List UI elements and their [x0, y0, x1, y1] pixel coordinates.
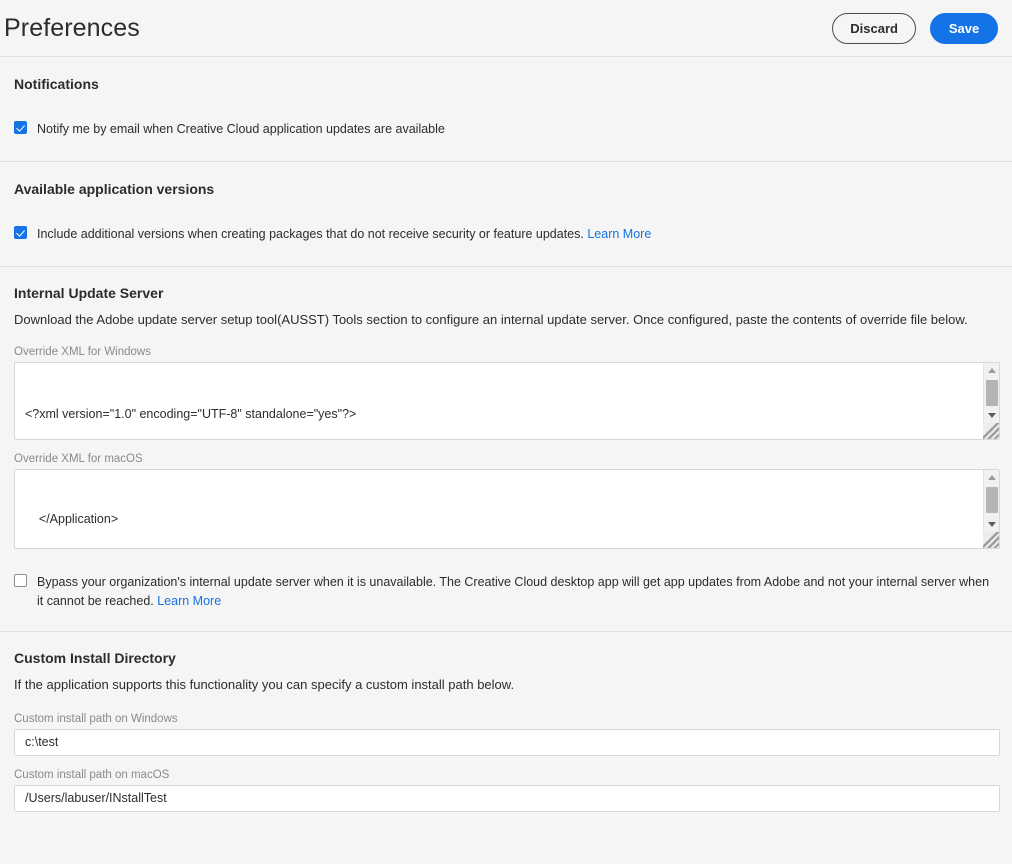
available-versions-learn-more-link[interactable]: Learn More [587, 227, 651, 241]
custom-install-directory-title: Custom Install Directory [14, 649, 176, 666]
custom-install-macos-input[interactable] [14, 784, 1000, 812]
save-button[interactable]: Save [930, 12, 998, 44]
override-xml-windows-group: Override XML for Windows <?xml version="… [14, 346, 1000, 441]
notifications-title: Notifications [14, 76, 99, 92]
scroll-down-arrow-icon[interactable] [984, 517, 1000, 532]
custom-install-directory-section: Custom Install Directory If the applicat… [0, 632, 1012, 812]
internal-update-server-section: Internal Update Server Download the Adob… [0, 267, 1012, 631]
override-xml-windows-label: Override XML for Windows [14, 346, 151, 359]
available-versions-title: Available application versions [14, 180, 215, 197]
include-additional-versions-label: Include additional versions when creatin… [37, 225, 651, 244]
scroll-up-arrow-icon[interactable] [984, 363, 1000, 378]
custom-install-windows-group: Custom install path on Windows [14, 712, 1000, 756]
include-additional-versions-checkbox[interactable] [14, 225, 27, 239]
macos-xml-line-1: </Application> [25, 512, 119, 527]
custom-install-macos-label: Custom install path on macOS [14, 768, 170, 781]
macos-xml-resize-grip[interactable] [983, 532, 999, 549]
include-additional-versions-text: Include additional versions when creatin… [37, 226, 584, 241]
macos-xml-scroll-thumb[interactable] [985, 487, 998, 514]
override-xml-macos-textarea[interactable]: </Application> <Application appID="FFCPr… [14, 469, 1000, 550]
custom-install-directory-description: If the application supports this functio… [14, 676, 515, 692]
bypass-update-server-row[interactable]: Bypass your organization's internal upda… [14, 573, 998, 611]
notify-email-checkbox[interactable] [14, 121, 27, 134]
header-actions: Discard Save [832, 12, 998, 44]
custom-install-windows-label: Custom install path on Windows [14, 712, 178, 725]
override-xml-macos-group: Override XML for macOS </Application> <A… [14, 453, 1000, 550]
windows-xml-scroll-track[interactable] [984, 378, 1000, 408]
internal-update-server-description: Download the Adobe update server setup t… [14, 311, 968, 327]
macos-xml-scroll-track[interactable] [984, 485, 1000, 517]
available-versions-section: Available application versions Include a… [0, 162, 1012, 266]
scroll-down-arrow-icon[interactable] [984, 408, 1000, 423]
page-title: Preferences [4, 13, 140, 42]
include-additional-versions-row[interactable]: Include additional versions when creatin… [14, 225, 998, 244]
internal-update-server-title: Internal Update Server [14, 284, 164, 301]
notify-email-label: Notify me by email when Creative Cloud a… [37, 122, 445, 136]
override-xml-windows-textarea[interactable]: <?xml version="1.0" encoding="UTF-8" sta… [14, 362, 1000, 441]
bypass-update-server-label: Bypass your organization's internal upda… [37, 573, 992, 611]
bypass-update-server-checkbox[interactable] [14, 574, 27, 588]
bypass-learn-more-link[interactable]: Learn More [157, 594, 221, 608]
windows-xml-resize-grip[interactable] [983, 423, 999, 440]
override-xml-macos-label: Override XML for macOS [14, 453, 143, 466]
custom-install-windows-input[interactable] [14, 728, 1000, 756]
notifications-section: Notifications Notify me by email when Cr… [0, 57, 1012, 161]
page-header: Preferences Discard Save [0, 0, 1012, 56]
custom-install-macos-group: Custom install path on macOS [14, 768, 1000, 812]
notify-email-row[interactable]: Notify me by email when Creative Cloud a… [14, 120, 998, 139]
windows-xml-line-1: <?xml version="1.0" encoding="UTF-8" sta… [25, 407, 357, 422]
scroll-up-arrow-icon[interactable] [984, 470, 1000, 485]
discard-button[interactable]: Discard [832, 12, 916, 44]
windows-xml-scroll-thumb[interactable] [985, 380, 998, 407]
